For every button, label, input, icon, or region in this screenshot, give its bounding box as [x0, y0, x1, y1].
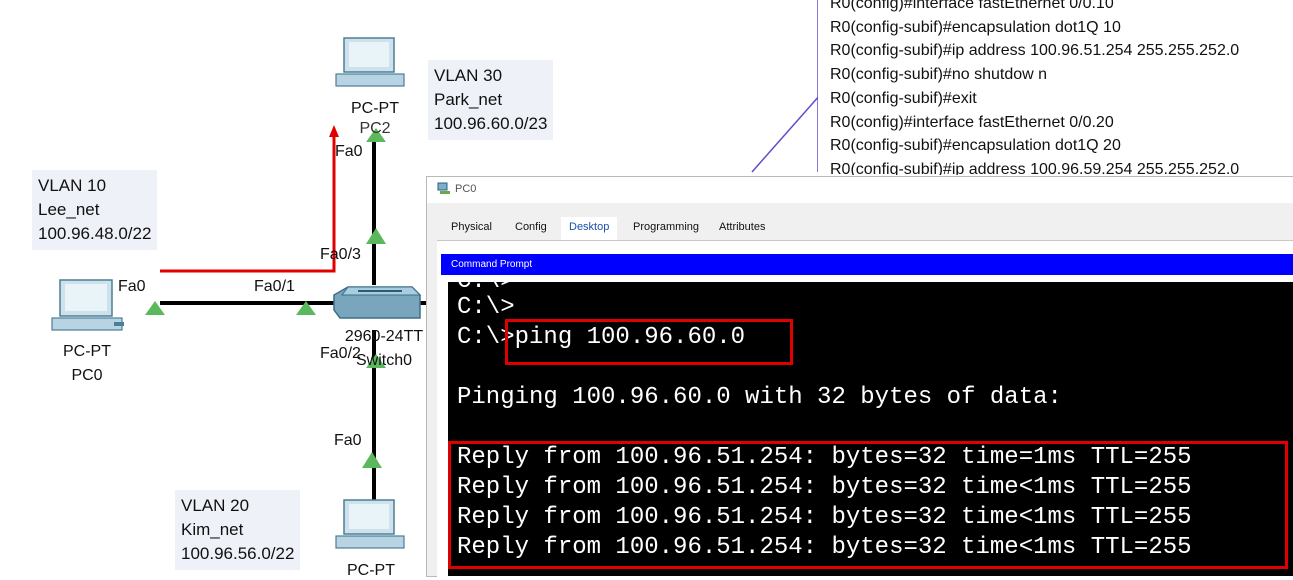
pc1-icon[interactable] [335, 499, 405, 549]
vlan10-label: VLAN 10 [38, 176, 107, 195]
pc0-port-label: Fa0 [118, 278, 146, 295]
config-line: R0(config)#interface fastEthernet 0/0.10 [830, 0, 1114, 12]
pc0-icon[interactable] [51, 279, 124, 331]
tab-programming[interactable]: Programming [625, 217, 707, 241]
link-router-note [751, 94, 821, 173]
config-line: R0(config-subif)#ip address 100.96.51.25… [830, 42, 1240, 60]
switch-model-label: 2960-24TT [344, 328, 424, 345]
config-line: R0(config-subif)#ip address 100.96.59.25… [830, 160, 1240, 175]
config-line: R0(config-subif)#encapsulation dot1Q 20 [830, 137, 1121, 155]
ping-path-arrow [160, 135, 336, 273]
vlan20-network: 100.96.56.0/22 [181, 544, 295, 563]
tab-attributes[interactable]: Attributes [711, 217, 773, 241]
terminal-line: Pinging 100.96.60.0 with 32 bytes of dat… [457, 384, 1062, 411]
tab-physical[interactable]: Physical [443, 217, 500, 241]
packet-tracer-pc-icon [437, 182, 450, 194]
vlan10-network: 100.96.48.0/22 [38, 224, 152, 243]
vlan20-label: VLAN 20 [181, 496, 250, 515]
window-title: PC0 [455, 183, 477, 195]
vlan30-label: VLAN 30 [434, 66, 503, 85]
reply-lines-highlight [448, 441, 1288, 569]
vlan30-note[interactable]: VLAN 30 Park_net 100.96.60.0/23 [428, 60, 554, 140]
terminal-line: C:\> [457, 294, 515, 321]
router-config-note[interactable]: R0(config)#interface fastEthernet 0/0.10… [818, 0, 1293, 175]
vlan10-name: Lee_net [38, 200, 100, 219]
tab-config[interactable]: Config [507, 217, 555, 241]
ping-path-arrowhead [329, 125, 339, 137]
vlan30-name: Park_net [434, 90, 503, 109]
switch-fa03-label: Fa0/3 [320, 246, 361, 263]
port-up-indicator [362, 452, 382, 468]
ping-command-highlight [505, 319, 793, 365]
switch-fa01-label: Fa0/1 [254, 278, 295, 295]
pc0-type-label: PC-PT [63, 343, 111, 360]
config-line: R0(config-subif)#exit [830, 89, 977, 107]
config-line: R0(config-subif)#no shutdow n [830, 66, 1048, 84]
pc1-port-label: Fa0 [334, 432, 362, 449]
command-prompt-title-bar[interactable]: Command Prompt [441, 254, 1293, 275]
vlan20-note[interactable]: VLAN 20 Kim_net 100.96.56.0/22 [175, 490, 301, 570]
vlan30-network: 100.96.60.0/23 [434, 114, 548, 133]
port-up-indicator [366, 228, 386, 244]
config-line: R0(config)#interface fastEthernet 0/0.20 [830, 113, 1114, 131]
pc2-icon[interactable] [335, 37, 405, 87]
pc2-port-label: Fa0 [335, 143, 363, 160]
config-line: R0(config-subif)#encapsulation dot1Q 10 [830, 18, 1121, 36]
pc2-type-label: PC-PT [351, 100, 399, 117]
window-title-bar[interactable]: PC0 [427, 177, 1293, 203]
pc2-name-label: PC2 [359, 120, 391, 137]
switch-icon[interactable] [333, 286, 422, 319]
vlan10-note[interactable]: VLAN 10 Lee_net 100.96.48.0/22 [32, 170, 158, 250]
pc0-name-label: PC0 [71, 367, 103, 384]
pc1-type-label: PC-PT [347, 562, 395, 579]
switch-name-label: Switch0 [355, 352, 413, 369]
vlan20-name: Kim_net [181, 520, 244, 539]
